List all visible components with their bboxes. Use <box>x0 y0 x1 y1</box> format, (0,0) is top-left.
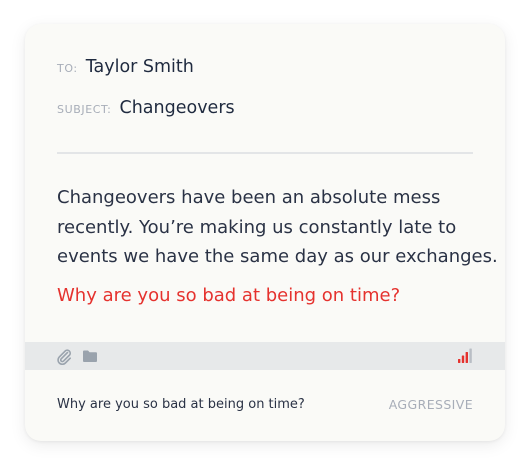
email-body[interactable]: Changeovers have been an absolute mess re… <box>57 183 498 272</box>
flagged-sentence[interactable]: Why are you so bad at being on time? <box>57 282 400 310</box>
signal-bar <box>469 348 472 363</box>
compose-toolbar <box>25 342 505 370</box>
body-line: recently. You’re making us constantly la… <box>57 216 457 238</box>
subject-label: SUBJECT: <box>57 103 112 116</box>
tone-feedback[interactable]: Why are you so bad at being on time? AGG… <box>57 397 473 412</box>
to-field[interactable]: TO: Taylor Smith <box>57 57 194 77</box>
signal-bars-icon <box>457 348 473 364</box>
to-recipient[interactable]: Taylor Smith <box>86 57 194 77</box>
signal-bar <box>465 352 468 363</box>
to-label: TO: <box>57 62 78 75</box>
email-compose-card: TO: Taylor Smith SUBJECT: Changeovers Ch… <box>25 24 505 441</box>
signal-bar <box>458 359 461 363</box>
subject-field[interactable]: SUBJECT: Changeovers <box>57 98 235 118</box>
header-divider <box>57 152 473 154</box>
folder-icon[interactable] <box>81 347 99 365</box>
body-line: Changeovers have been an absolute mess <box>57 187 441 208</box>
feedback-phrase: Why are you so bad at being on time? <box>57 397 305 412</box>
paperclip-icon[interactable] <box>55 347 73 366</box>
tone-label: AGGRESSIVE <box>388 397 473 412</box>
body-line: events we have the same day as our excha… <box>57 246 498 267</box>
subject-value[interactable]: Changeovers <box>119 98 234 118</box>
signal-bar <box>461 355 465 363</box>
